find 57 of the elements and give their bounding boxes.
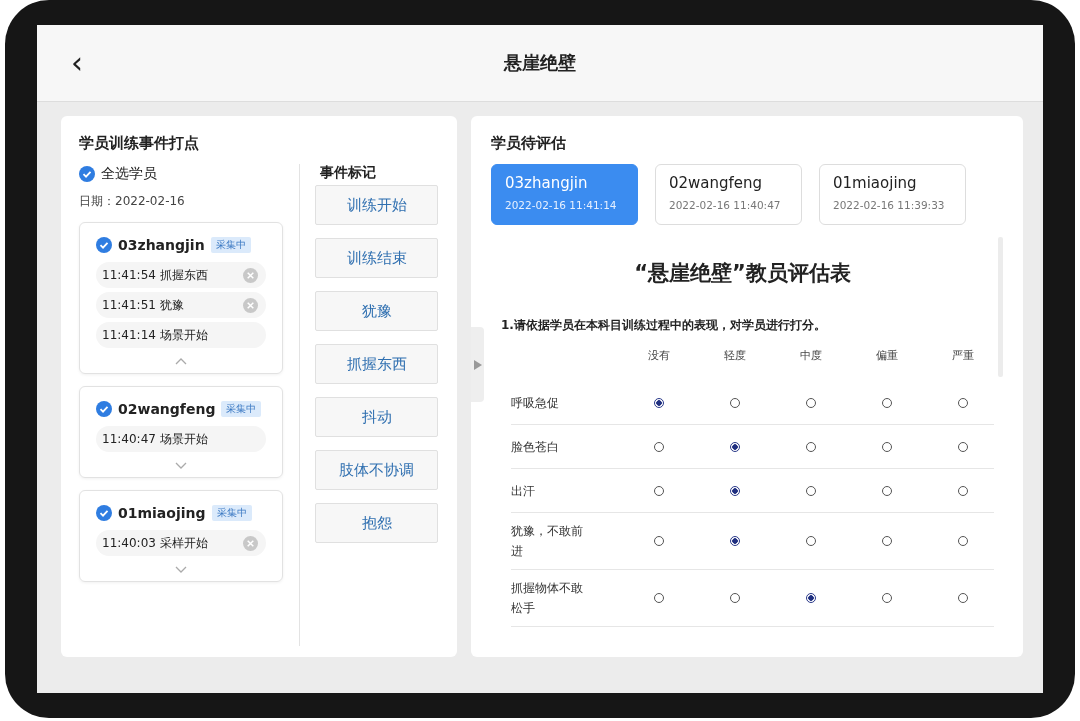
column-header: 中度 xyxy=(799,348,823,364)
radio-button[interactable] xyxy=(730,485,740,496)
back-button[interactable]: ‹ xyxy=(65,48,89,78)
tab-name: 02wangfeng xyxy=(669,174,764,192)
radio-button[interactable] xyxy=(654,397,664,408)
checkbox[interactable] xyxy=(96,505,112,521)
radio-button[interactable] xyxy=(730,441,740,452)
status-tag: 采集中 xyxy=(210,237,251,253)
event-button[interactable]: 抖动 xyxy=(315,397,438,437)
tab-time: 2022-02-16 11:39:33 xyxy=(833,199,946,211)
event-button[interactable]: 训练开始 xyxy=(315,185,438,225)
select-all-label: 全选学员 xyxy=(101,165,157,183)
collapse-handle[interactable] xyxy=(471,327,484,402)
student-tab[interactable]: 02wangfeng 2022-02-16 11:40:47 xyxy=(655,164,802,225)
row-label: 脸色苍白 xyxy=(511,438,560,456)
event-text: 11:40:03 采样开始 xyxy=(102,534,208,552)
page-title: 悬崖绝壁 xyxy=(504,51,576,75)
column-header: 轻度 xyxy=(723,348,747,364)
student-tab[interactable]: 03zhangjin 2022-02-16 11:41:14 xyxy=(491,164,638,225)
triangle-icon xyxy=(473,359,482,370)
radio-button[interactable] xyxy=(806,593,816,603)
row-label: 呼吸急促 xyxy=(511,394,560,412)
panel-title: 学员训练事件打点 xyxy=(79,134,200,154)
event-button[interactable]: 抱怨 xyxy=(315,503,438,543)
event-text: 11:40:47 场景开始 xyxy=(102,430,208,448)
radio-button[interactable] xyxy=(730,536,740,546)
event-button[interactable]: 肢体不协调 xyxy=(315,450,438,490)
checkbox[interactable] xyxy=(79,166,95,182)
tab-name: 01miaojing xyxy=(833,174,918,192)
column-header: 没有 xyxy=(647,348,671,364)
row-label: 犹豫，不敢前进 xyxy=(511,523,584,560)
student-name: 03zhangjin xyxy=(118,237,205,253)
panel-title: 学员待评估 xyxy=(491,134,567,154)
checkbox[interactable] xyxy=(96,401,112,417)
checkbox[interactable] xyxy=(96,237,112,253)
event-button[interactable]: 抓握东西 xyxy=(315,344,438,384)
event-button[interactable]: 犹豫 xyxy=(315,291,438,331)
row-label: 抓握物体不敢松手 xyxy=(511,580,584,617)
column-header: 严重 xyxy=(951,348,975,364)
section-title: 事件标记 xyxy=(319,164,377,182)
status-tag: 采集中 xyxy=(211,505,252,521)
form-title: “悬崖绝壁”教员评估表 xyxy=(633,260,852,287)
column-header: 偏重 xyxy=(875,348,899,364)
event-button[interactable]: 训练结束 xyxy=(315,238,438,278)
student-name: 02wangfeng xyxy=(118,401,216,417)
student-name: 01miaojing xyxy=(118,505,206,521)
event-text: 11:41:54 抓握东西 xyxy=(102,266,208,284)
question-text: 1.请依据学员在本科目训练过程中的表现，对学员进行打分。 xyxy=(501,317,827,334)
event-text: 11:41:14 场景开始 xyxy=(102,326,208,344)
tab-name: 03zhangjin xyxy=(505,174,589,192)
status-tag: 采集中 xyxy=(221,401,262,417)
student-tab[interactable]: 01miaojing 2022-02-16 11:39:33 xyxy=(819,164,966,225)
event-text: 11:41:51 犹豫 xyxy=(102,296,184,314)
tab-time: 2022-02-16 11:40:47 xyxy=(669,199,782,211)
date-label: 日期：2022-02-16 xyxy=(79,193,186,210)
row-label: 出汗 xyxy=(511,482,536,500)
tab-time: 2022-02-16 11:41:14 xyxy=(505,199,618,211)
